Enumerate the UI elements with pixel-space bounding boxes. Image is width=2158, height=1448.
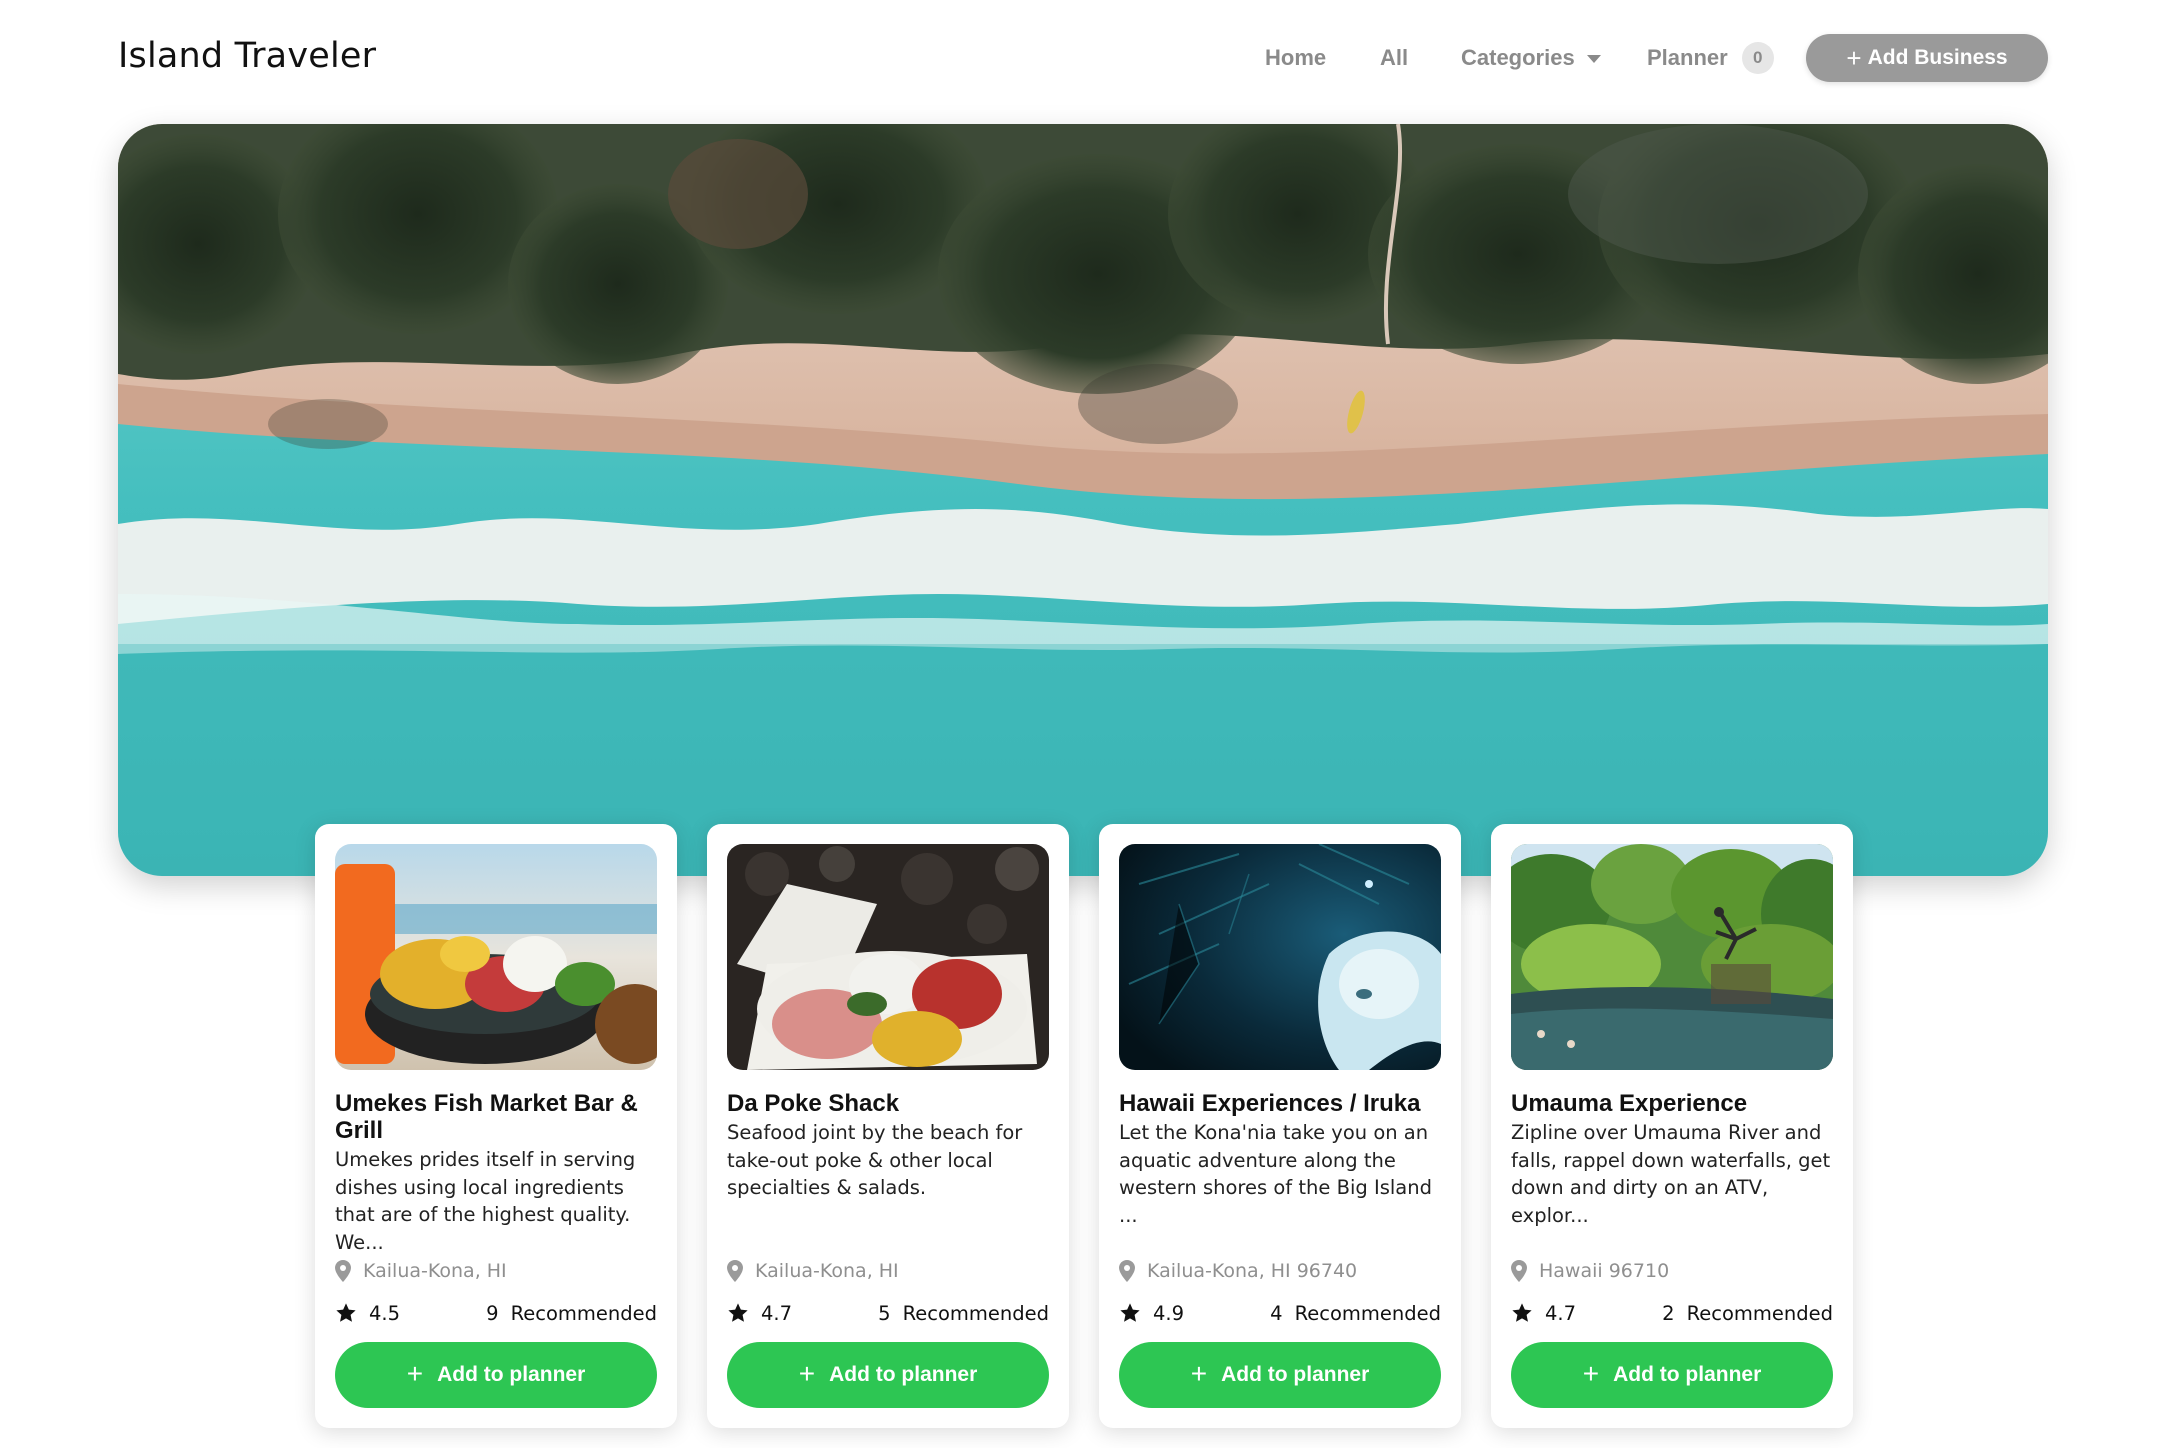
plus-icon: +	[798, 1357, 816, 1389]
card-image	[335, 844, 657, 1070]
business-card[interactable]: Da Poke Shack Seafood joint by the beach…	[707, 824, 1069, 1428]
star-icon	[336, 1303, 356, 1322]
aerial-beach-image	[118, 124, 2048, 876]
nav-planner-link[interactable]: Planner 0	[1647, 34, 1774, 82]
add-to-planner-label: Add to planner	[437, 1363, 586, 1386]
card-location: Kailua-Kona, HI 96740	[1119, 1256, 1357, 1286]
rating-value: 4.7	[761, 1301, 793, 1325]
rating: 4.9	[1119, 1298, 1184, 1328]
star-icon	[728, 1303, 748, 1322]
add-business-label: Add Business	[1867, 46, 2008, 69]
recommended-number: 4	[1270, 1301, 1283, 1325]
jungle-river-image	[1511, 844, 1833, 1070]
planner-count-badge: 0	[1741, 42, 1774, 74]
nav-home-link[interactable]: Home	[1265, 34, 1326, 82]
chevron-down-icon	[1586, 55, 1601, 63]
card-description: Seafood joint by the beach for take-out …	[727, 1121, 1023, 1199]
add-to-planner-label: Add to planner	[1221, 1363, 1370, 1386]
recommended-count: 9 Recommended	[486, 1298, 657, 1328]
card-image	[727, 844, 1049, 1070]
plus-icon: +	[1846, 42, 1862, 73]
card-description: Umekes prides itself in serving dishes u…	[335, 1148, 636, 1254]
recommended-number: 2	[1662, 1301, 1675, 1325]
business-card[interactable]: Umauma Experience Zipline over Umauma Ri…	[1491, 824, 1853, 1428]
hero-image	[118, 124, 2048, 876]
top-navigation-bar: Island Traveler Home All Categories Plan…	[0, 0, 2158, 120]
recommended-label: Recommended	[510, 1301, 657, 1325]
card-location: Kailua-Kona, HI	[727, 1256, 899, 1286]
card-stats: 4.5 9 Recommended	[335, 1298, 657, 1328]
card-title[interactable]: Umekes Fish Market Bar & Grill	[335, 1090, 657, 1144]
rating: 4.5	[335, 1298, 400, 1328]
card-location: Kailua-Kona, HI	[335, 1256, 507, 1286]
location-text: Kailua-Kona, HI	[755, 1260, 899, 1282]
card-description: Zipline over Umauma River and falls, rap…	[1511, 1121, 1831, 1227]
location-pin-icon	[727, 1260, 743, 1282]
add-to-planner-button[interactable]: + Add to planner	[335, 1342, 657, 1408]
rating: 4.7	[727, 1298, 792, 1328]
nav-all-link[interactable]: All	[1380, 34, 1408, 82]
add-to-planner-label: Add to planner	[1613, 1363, 1762, 1386]
poke-bowl-image	[335, 844, 657, 1070]
card-title[interactable]: Umauma Experience	[1511, 1090, 1833, 1117]
card-stats: 4.7 2 Recommended	[1511, 1298, 1833, 1328]
add-business-button[interactable]: + Add Business	[1806, 34, 2048, 82]
rating: 4.7	[1511, 1298, 1576, 1328]
card-title[interactable]: Hawaii Experiences / Iruka	[1119, 1090, 1441, 1117]
recommended-label: Recommended	[1294, 1301, 1441, 1325]
star-icon	[1512, 1303, 1532, 1322]
recommended-count: 4 Recommended	[1270, 1298, 1441, 1328]
card-image	[1119, 844, 1441, 1070]
location-pin-icon	[1119, 1260, 1135, 1282]
recommended-label: Recommended	[1686, 1301, 1833, 1325]
card-description: Let the Kona'nia take you on an aquatic …	[1119, 1121, 1432, 1227]
add-to-planner-label: Add to planner	[829, 1363, 978, 1386]
recommended-number: 9	[486, 1301, 499, 1325]
plus-icon: +	[406, 1357, 424, 1389]
add-to-planner-button[interactable]: + Add to planner	[1119, 1342, 1441, 1408]
recommended-count: 2 Recommended	[1662, 1298, 1833, 1328]
manta-ray-image	[1119, 844, 1441, 1070]
nav-categories-dropdown[interactable]: Categories	[1461, 34, 1601, 82]
business-card[interactable]: Umekes Fish Market Bar & Grill Umekes pr…	[315, 824, 677, 1428]
plus-icon: +	[1582, 1357, 1600, 1389]
location-pin-icon	[335, 1260, 351, 1282]
plus-icon: +	[1190, 1357, 1208, 1389]
card-stats: 4.9 4 Recommended	[1119, 1298, 1441, 1328]
business-card[interactable]: Hawaii Experiences / Iruka Let the Kona'…	[1099, 824, 1461, 1428]
add-to-planner-button[interactable]: + Add to planner	[727, 1342, 1049, 1408]
card-image	[1511, 844, 1833, 1070]
rating-value: 4.7	[1545, 1301, 1577, 1325]
nav-categories-label: Categories	[1461, 45, 1575, 70]
brand-logo[interactable]: Island Traveler	[118, 30, 376, 82]
location-text: Kailua-Kona, HI	[363, 1260, 507, 1282]
poke-container-image	[727, 844, 1049, 1070]
recommended-count: 5 Recommended	[878, 1298, 1049, 1328]
add-to-planner-button[interactable]: + Add to planner	[1511, 1342, 1833, 1408]
nav-planner-label: Planner	[1647, 45, 1728, 70]
location-text: Hawaii 96710	[1539, 1260, 1670, 1282]
rating-value: 4.5	[369, 1301, 401, 1325]
card-location: Hawaii 96710	[1511, 1256, 1669, 1286]
rating-value: 4.9	[1153, 1301, 1185, 1325]
location-text: Kailua-Kona, HI 96740	[1147, 1260, 1358, 1282]
recommended-label: Recommended	[902, 1301, 1049, 1325]
star-icon	[1120, 1303, 1140, 1322]
card-stats: 4.7 5 Recommended	[727, 1298, 1049, 1328]
card-title[interactable]: Da Poke Shack	[727, 1090, 1049, 1117]
location-pin-icon	[1511, 1260, 1527, 1282]
recommended-number: 5	[878, 1301, 891, 1325]
